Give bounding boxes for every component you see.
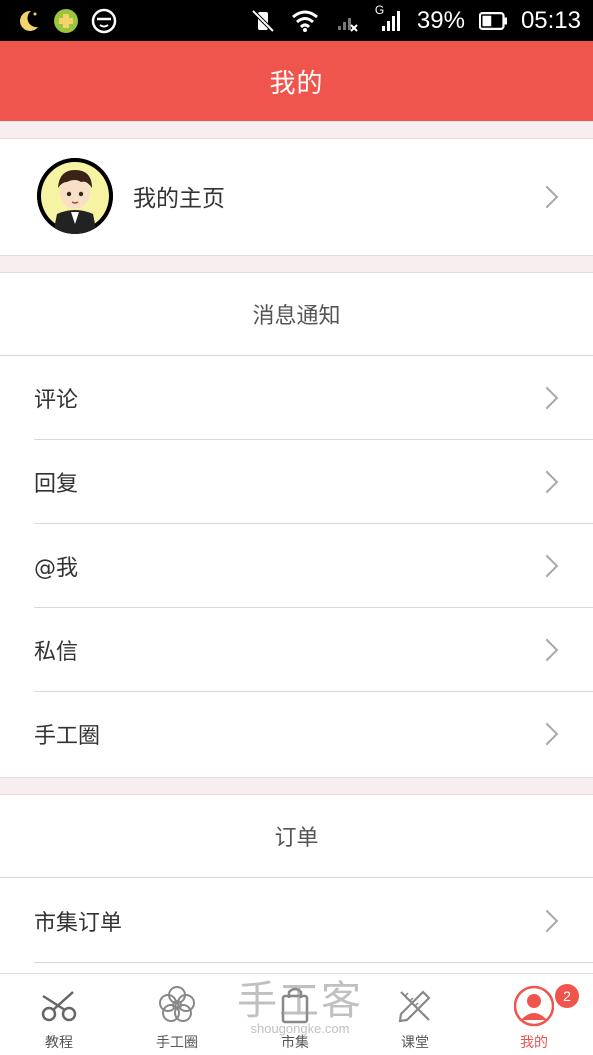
list-item-comments[interactable]: 评论: [0, 356, 593, 440]
tab-label: 教程: [45, 1035, 73, 1051]
list-item-label: 私信: [34, 640, 79, 665]
avatar: [37, 158, 113, 234]
app-header: 我的: [0, 41, 593, 121]
tab-label: 手工圈: [156, 1035, 198, 1051]
chevron-right-icon: [535, 722, 559, 746]
list-item-market-orders[interactable]: 市集订单: [0, 879, 593, 963]
page-title: 我的: [269, 68, 324, 99]
network-type-label: G: [374, 3, 385, 17]
tab-label: 市集: [281, 1035, 309, 1051]
list-item-label: 手工圈: [34, 724, 101, 749]
chevron-right-icon: [535, 185, 559, 209]
list-item-craft-circle[interactable]: 手工圈: [0, 692, 593, 776]
chevron-right-icon: [535, 909, 559, 933]
signal-icon: G: [375, 3, 403, 35]
list-item-private-messages[interactable]: 私信: [0, 608, 593, 692]
shopping-bag-icon: [275, 984, 315, 1024]
list-item-label: 市集订单: [34, 911, 123, 936]
muted-vibrate-icon: [249, 7, 277, 35]
medical-cross-icon: [52, 7, 80, 35]
chevron-right-icon: [535, 386, 559, 410]
section-title: 订单: [0, 795, 593, 878]
list-item-label: @我: [34, 556, 79, 581]
tab-market[interactable]: 市集: [236, 974, 354, 1055]
chevron-right-icon: [535, 638, 559, 662]
tab-label: 课堂: [401, 1035, 429, 1051]
list-item-label: 评论: [34, 388, 79, 413]
chevron-right-icon: [535, 470, 559, 494]
chevron-right-icon: [535, 554, 559, 578]
profile-row[interactable]: 我的主页: [0, 138, 593, 256]
bottom-tab-bar: 教程 手工圈 市集 课堂 2 我的 手工客 shougongke.com: [0, 973, 593, 1055]
profile-label: 我的主页: [133, 186, 225, 212]
clock: 05:13: [520, 7, 581, 34]
list-item-replies[interactable]: 回复: [0, 440, 593, 524]
battery-percent: 39%: [416, 7, 465, 34]
divider: [34, 962, 593, 963]
user-icon: [513, 984, 555, 1027]
face-icon: [90, 7, 118, 35]
signal-no-service-icon: [333, 7, 361, 35]
tab-label: 我的: [520, 1035, 548, 1051]
tab-classroom[interactable]: 课堂: [356, 974, 474, 1055]
notification-badge: 2: [555, 984, 579, 1008]
section-title: 消息通知: [0, 273, 593, 356]
notifications-section: 消息通知 评论 回复 @我 私信 手工圈: [0, 272, 593, 778]
tab-tutorials[interactable]: 教程: [0, 974, 118, 1055]
list-item-mentions[interactable]: @我: [0, 524, 593, 608]
flower-icon: [157, 984, 197, 1024]
list-item-label: 回复: [34, 472, 79, 497]
tab-me[interactable]: 2 我的: [475, 974, 593, 1055]
orders-section: 订单 市集订单: [0, 794, 593, 976]
moon-icon: [14, 7, 42, 35]
scissors-icon: [39, 984, 79, 1024]
status-bar: G 39% 05:13: [0, 0, 593, 41]
wifi-icon: [291, 7, 319, 35]
pencil-ruler-icon: [395, 984, 435, 1024]
battery-icon: [478, 7, 507, 35]
tab-craft-circle[interactable]: 手工圈: [118, 974, 236, 1055]
